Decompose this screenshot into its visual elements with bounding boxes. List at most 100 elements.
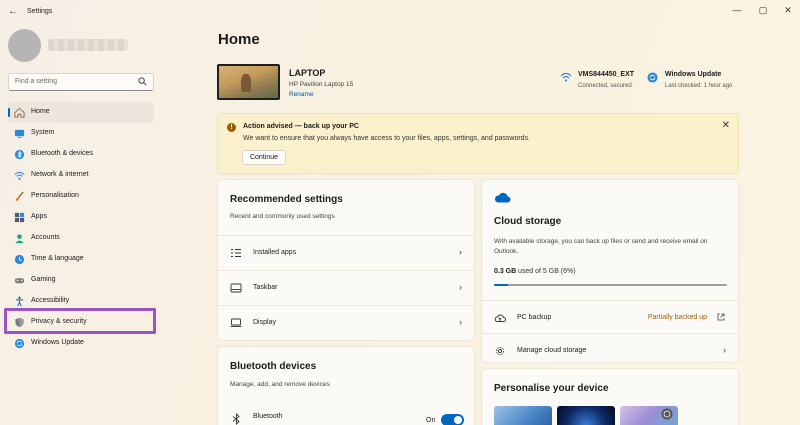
gear-icon [495,346,505,356]
network-name[interactable]: VMS844450_EXT [578,71,634,78]
sidebar-item-apps[interactable]: Apps [8,207,154,228]
row-label: Taskbar [253,284,278,291]
bluetooth-devices-card: Bluetooth devices Manage, add, and remov… [217,346,475,425]
theme-thumbnail-glow[interactable] [620,406,678,425]
cloud-description: With available storage, you can back up … [494,238,708,255]
row-label: Manage cloud storage [517,347,587,354]
close-icon[interactable]: ✕ [722,120,730,131]
search-icon[interactable] [138,77,147,86]
annotation-highlight-box [4,308,156,334]
username-blurred [48,39,128,51]
card-subtitle: Recent and commonly used settings [230,213,335,220]
window-title: Settings [27,8,53,15]
wifi-icon [560,72,572,82]
sidebar-item-label: Gaming [31,276,56,283]
row-installed-apps[interactable]: Installed apps › [218,235,474,270]
gamepad-icon [14,278,25,284]
avatar[interactable] [8,29,41,62]
cloud-upload-icon [494,314,506,322]
card-title: Cloud storage [494,216,562,227]
sidebar-item-network[interactable]: Network & internet [8,165,154,186]
search-input[interactable]: Find a setting [8,73,154,91]
bluetooth-label: Bluetooth [253,413,283,420]
banner-text: We want to ensure that you always have a… [243,135,531,142]
chevron-right-icon: › [459,247,462,257]
external-link-icon [717,313,725,321]
sidebar-item-label: Apps [31,213,47,220]
theme-thumbnail-light[interactable] [494,406,552,425]
search-placeholder: Find a setting [15,78,58,85]
sidebar-item-label: Windows Update [31,339,84,346]
sidebar-item-label: Home [31,108,50,115]
continue-button[interactable]: Continue [242,150,286,165]
sidebar-item-label: Time & language [31,255,84,262]
sidebar-item-label: Accounts [31,234,60,241]
cloud-used: 0.3 GB [494,268,517,275]
banner-title: Action advised — back up your PC [243,123,359,130]
device-thumbnail [217,64,280,100]
row-display[interactable]: Display › [218,305,474,340]
sidebar-item-gaming[interactable]: Gaming [8,270,154,291]
bluetooth-icon [14,149,25,160]
cloud-storage-card: Cloud storage With available storage, yo… [481,179,739,363]
system-icon [14,129,25,139]
windows-update-icon [14,338,25,349]
globe-clock-icon [14,254,25,265]
maximize-button[interactable]: ▢ [756,4,770,16]
sidebar-item-time-language[interactable]: Time & language [8,249,154,270]
home-icon [14,107,25,118]
display-icon [230,318,242,327]
sidebar-item-personalisation[interactable]: Personalisation [8,186,154,207]
windows-update-title[interactable]: Windows Update [665,71,721,78]
row-label: Display [253,319,276,326]
taskbar-icon [230,283,242,293]
minimize-button[interactable]: — [730,4,744,16]
toggle-knob [454,416,462,424]
card-title: Personalise your device [494,383,609,394]
card-subtitle: Manage, add, and remove devices [230,381,330,388]
sidebar-item-label: Personalisation [31,192,79,199]
bluetooth-toggle[interactable] [441,414,464,425]
row-label: Installed apps [253,249,297,256]
sidebar-item-home[interactable]: Home [8,102,154,123]
recommended-settings-card: Recommended settings Recent and commonly… [217,179,475,341]
sidebar-item-windows-update[interactable]: Windows Update [8,333,154,354]
card-title: Recommended settings [230,194,343,205]
sidebar-item-label: System [31,129,55,136]
cloud-icon [494,192,511,203]
windows-update-icon [647,72,658,83]
rename-link[interactable]: Rename [289,91,314,98]
sidebar-item-label: Bluetooth & devices [31,150,93,157]
back-arrow-icon[interactable]: ← [8,6,20,18]
wallpaper-image [241,74,251,92]
sidebar-item-label: Accessibility [31,297,70,304]
sidebar-item-accounts[interactable]: Accounts [8,228,154,249]
accessibility-icon [15,296,24,307]
list-icon [231,249,241,257]
row-taskbar[interactable]: Taskbar › [218,270,474,305]
row-label: PC backup [517,314,552,321]
active-indicator [8,108,10,117]
bluetooth-toggle-state: On [426,417,436,424]
close-button[interactable]: ✕ [781,4,795,16]
cloud-usage-bar [494,284,727,286]
device-model: HP Pavilion Laptop 15 [289,81,354,88]
chevron-right-icon: › [723,345,726,355]
theme-thumbnail-dark[interactable] [557,406,615,425]
network-status: Connected, secured [578,83,632,89]
title-bar: ← Settings — ▢ ✕ [0,0,800,24]
apps-icon [14,212,25,223]
warning-icon: ! [227,123,236,132]
row-pc-backup[interactable]: PC backup Partially backed up [482,300,738,335]
card-title: Bluetooth devices [230,361,317,372]
sidebar-item-label: Network & internet [31,171,89,178]
row-manage-cloud-storage[interactable]: Manage cloud storage › [482,333,738,368]
chevron-right-icon: › [459,317,462,327]
backup-banner: ! Action advised — back up your PC We wa… [217,113,739,174]
windows-update-status: Last checked: 1 hour ago [665,83,733,89]
backup-status: Partially backed up [647,314,707,321]
page-title: Home [218,31,260,48]
chevron-right-icon: › [459,282,462,292]
sidebar-item-bluetooth-devices[interactable]: Bluetooth & devices [8,144,154,165]
sidebar-item-system[interactable]: System [8,123,154,144]
